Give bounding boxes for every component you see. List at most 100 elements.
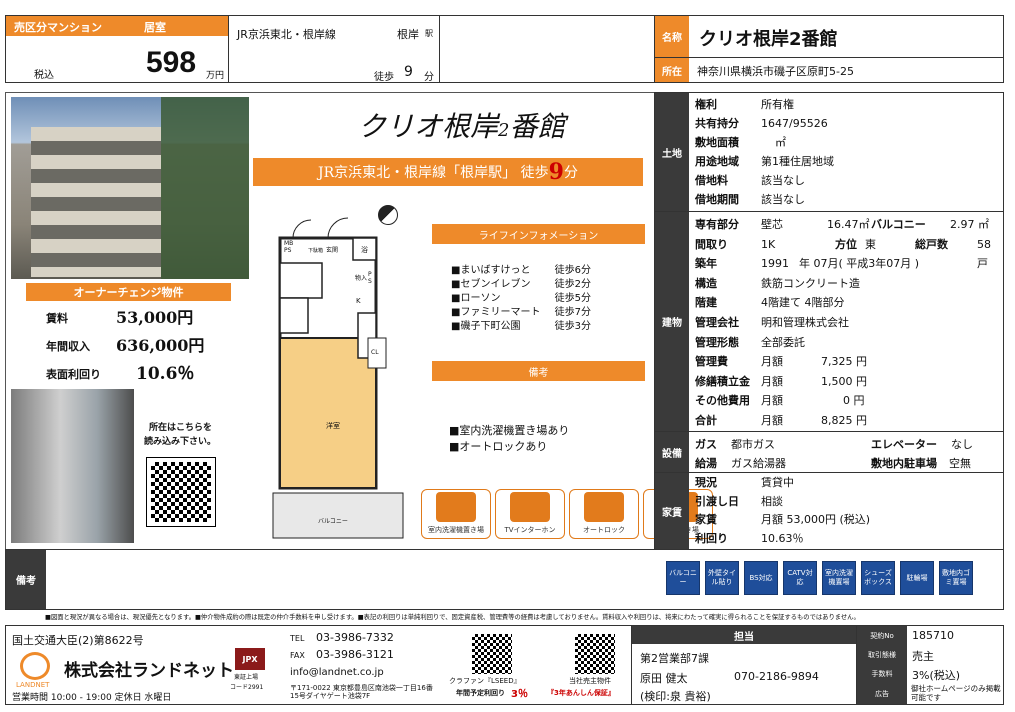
fee-row-total: 合計 月額 8,825 円 <box>695 413 867 427</box>
price: 598 <box>146 46 197 79</box>
header-price-box: 売区分マンション 居室 税込 598 万円 <box>5 15 229 83</box>
building-row-built: 築年 1991 年 07月( 平成3年07月 ) <box>695 257 920 271</box>
access-box: JR京浜東北・根岸線 根岸 駅 徒歩 9 分 <box>228 15 440 83</box>
lseed-qr-code[interactable] <box>472 634 512 674</box>
rent-row: 引渡し日 相談 <box>695 494 783 508</box>
landnet-logo-icon <box>20 652 50 680</box>
ad-label: 広告 <box>857 683 907 704</box>
rent-section: 家賃 現況 賃貸中 引渡し日 相談 家賃 月額 53,000円 (税込) 利回り 10.… <box>654 472 1004 550</box>
fp-western: 洋室 <box>326 422 340 430</box>
fee: 3%(税込) <box>912 669 961 682</box>
access-num: 9 <box>548 159 564 185</box>
rent-row: 現況 賃貸中 <box>695 476 794 489</box>
fp-mb-ps: MB PS <box>284 240 294 254</box>
lseed-pct: 3％ <box>511 689 528 700</box>
staff-phone: 070-2186-9894 <box>734 670 819 683</box>
staff-box: 担当 第2営業部7課 原田 健太 070-2186-9894 (検印:泉 貴裕) <box>631 625 857 705</box>
fp-bath: 浴 <box>361 246 368 254</box>
bs-icon: BS対応 <box>744 561 778 595</box>
rent-row: 利回り 10.63％ <box>695 531 804 545</box>
yield-value: 10.6％ <box>136 364 195 384</box>
lseed-caption-2: 年間予定利回り <box>456 689 505 697</box>
qr-caption-1: 所在はこちらを <box>149 423 213 433</box>
staff-checker: (検印:泉 貴裕) <box>640 690 711 703</box>
compass-icon <box>378 205 398 225</box>
sale-type: 売区分マンション <box>14 21 102 34</box>
company-footer: 国土交通大臣(2)第8622号 LANDNET 株式会社ランドネット 営業時間 … <box>5 625 632 705</box>
fee-row: 修繕積立金 月額 1,500 円 <box>695 374 867 388</box>
fee-row: その他費用 月額 0 円 <box>695 394 865 408</box>
fp-k: K <box>356 297 361 305</box>
remarks-list: ■室内洗濯機置き場あり ■オートロックあり <box>449 423 569 455</box>
floor-plan: MB PS 玄関 浴 物入 P S 下駄箱 K CL 洋室 バルコニー <box>268 193 408 543</box>
disclaimer: ■図面と現況が異なる場合は、現況優先となります。■仲介物件成約の際は既定の仲介手… <box>45 614 860 621</box>
status: 居室 <box>144 21 166 34</box>
rent-row: 家賃 月額 53,000円 (税込) <box>695 513 871 526</box>
building-row-layout: 間取り 1K 方位 東 総戸数 58戸 <box>695 237 991 271</box>
washer-icon: 室内洗濯機置き場 <box>421 489 491 539</box>
stock-code: コード2991 <box>230 684 264 691</box>
flyer-title-end: 番館 <box>509 110 566 143</box>
rent-label: 賃料 <box>46 312 68 325</box>
address-label: 所在 <box>655 58 689 82</box>
life-item: ■まいばすけっと 徒歩6分 <box>451 265 591 276</box>
walk-label: 徒歩 <box>374 72 394 83</box>
logo-text: LANDNET <box>16 681 50 689</box>
access-banner: JR京浜東北・根岸線「根岸駅」 徒歩 9 分 <box>253 158 643 186</box>
station-suffix: 駅 <box>425 29 433 38</box>
staff-header: 担当 <box>632 626 856 644</box>
deal: 売主 <box>912 650 934 663</box>
building-rows: 専有部分 壁芯 16.47㎡ バルコニー 2.97 ㎡ 間取り 1K 方位 東 … <box>695 215 1000 431</box>
life-item: ■ローソン 徒歩5分 <box>451 293 591 304</box>
land-row: 用途地域 第1種住居地域 <box>695 155 834 168</box>
price-unit: 万円 <box>206 71 225 81</box>
email: info@landnet.co.jp <box>290 667 384 678</box>
guarantee-caption: 当社売主物件 <box>569 677 611 685</box>
fp-ps: P S <box>368 271 372 285</box>
building-label: 建物 <box>655 212 689 431</box>
life-item: ■磯子下町公園 徒歩3分 <box>451 321 591 332</box>
gas-label: ガス <box>695 438 717 451</box>
catv-icon: CATV対応 <box>783 561 817 595</box>
guarantee-caption-2: 『3年あんしん保証』 <box>547 689 615 697</box>
building-photo <box>11 97 249 279</box>
lseed-caption: クラファン『LSEED』 <box>449 677 521 685</box>
building-row-exclusive: 専有部分 壁芯 16.47㎡ バルコニー 2.97 ㎡ <box>695 218 989 231</box>
location-qr-code[interactable] <box>146 457 216 527</box>
ad: 御社ホームページのみ掲載可能です <box>911 684 1001 702</box>
land-section: 土地 権利 所有権 共有持分 1647/95526 敷地面積㎡ 用途地域 第1種住居地… <box>654 92 1004 212</box>
garbage-area-icon: 敷地内ゴミ置場 <box>939 561 973 595</box>
business-hours: 営業時間 10:00 - 19:00 定休日 水曜日 <box>12 693 172 703</box>
fax-label: FAX <box>290 651 305 660</box>
shoebox-icon: シューズボックス <box>861 561 895 595</box>
remarks-header: 備考 <box>432 361 645 381</box>
water-value: ガス給湯器 <box>731 457 786 470</box>
walk-unit: 分 <box>424 72 434 83</box>
contract-no: 185710 <box>912 629 954 642</box>
washer-space-icon: 室内洗濯機置場 <box>822 561 856 595</box>
fp-storage: 物入 <box>355 275 368 282</box>
bicycle-parking-icon: 駐輪場 <box>900 561 934 595</box>
facility-label: 設備 <box>655 432 689 472</box>
guarantee-qr-code[interactable] <box>575 634 615 674</box>
building-section: 建物 専有部分 壁芯 16.47㎡ バルコニー 2.97 ㎡ 間取り 1K 方位… <box>654 211 1004 432</box>
remark-item: ■オートロックあり <box>449 440 548 453</box>
flyer-title-num: 2 <box>498 120 510 141</box>
life-list: ■まいばすけっと 徒歩6分 ■セブンイレブン 徒歩2分 ■ローソン 徒歩5分 ■ファミ… <box>451 261 631 332</box>
property-name: クリオ根岸2番館 <box>699 29 838 50</box>
remarks-row: 備考 バルコニー 外壁タイル貼り BS対応 CATV対応 室内洗濯機置場 シュー… <box>5 549 1004 610</box>
rent-value: 53,000円 <box>116 308 194 327</box>
qr-caption-2: 読み込み下さい。 <box>144 437 217 447</box>
flyer-title: クリオ根岸2番館 <box>358 105 565 145</box>
parking-label: 敷地内駐車場 <box>871 457 937 470</box>
life-item: ■セブンイレブン 徒歩2分 <box>451 279 591 290</box>
company-name: 株式会社ランドネット <box>64 661 234 681</box>
tel-label: TEL <box>290 634 305 643</box>
tel: 03-3986-7332 <box>316 631 394 644</box>
line: JR京浜東北・根岸線 <box>237 28 336 41</box>
fp-cl: CL <box>371 349 379 356</box>
walk-min: 9 <box>404 64 413 80</box>
balcony-icon: バルコニー <box>666 561 700 595</box>
land-label: 土地 <box>655 93 689 211</box>
fee-label: 手数料 <box>857 664 907 683</box>
